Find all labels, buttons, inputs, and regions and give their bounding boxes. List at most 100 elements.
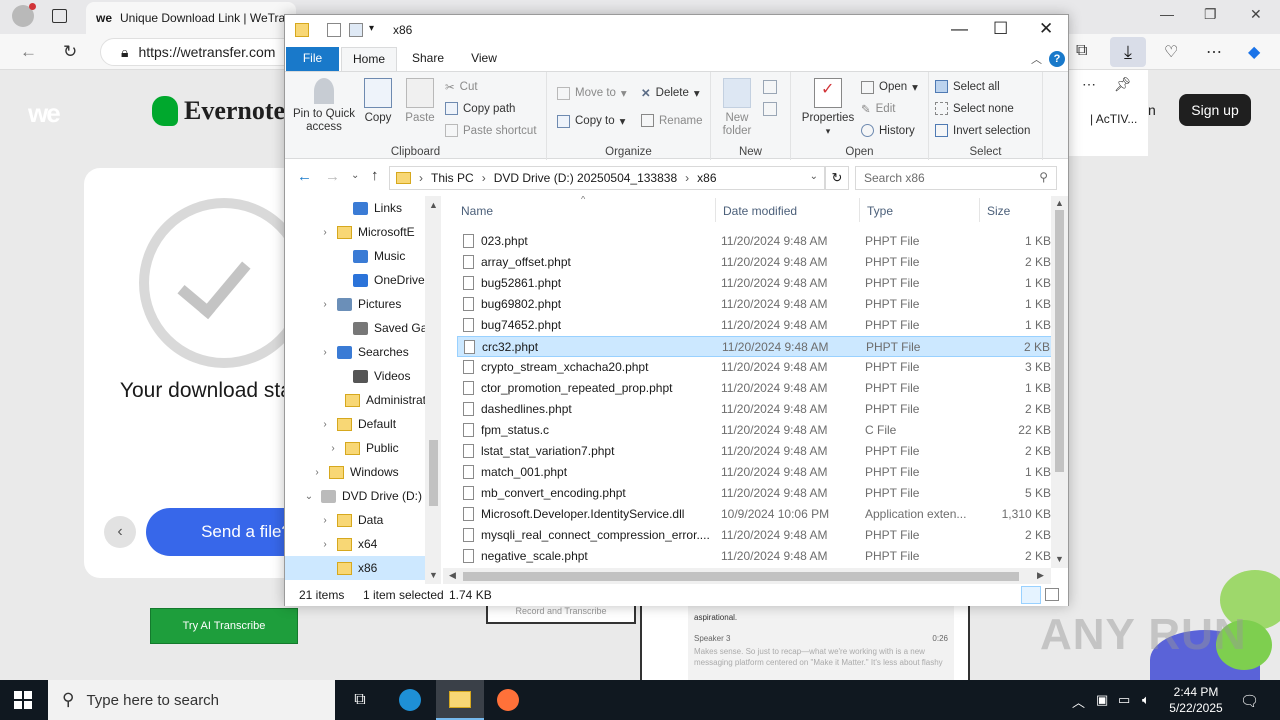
show-hidden-icons-icon[interactable]: ︿ — [1072, 692, 1085, 711]
file-explorer-icon[interactable] — [436, 680, 484, 720]
scroll-down-icon[interactable]: ▼ — [1055, 554, 1064, 564]
browser-tab[interactable]: we Unique Download Link | WeTra — [86, 2, 296, 34]
paste-button[interactable]: Paste — [403, 78, 437, 125]
expand-chevron-icon[interactable]: › — [319, 347, 331, 358]
tab-share[interactable]: Share — [403, 47, 453, 71]
file-row[interactable]: crypto_stream_xchacha20.phpt 11/20/2024 9… — [457, 357, 1053, 378]
file-row[interactable]: bug69802.phpt 11/20/2024 9:48 AM PHPT File… — [457, 294, 1053, 315]
file-row[interactable]: fpm_status.c 11/20/2024 9:48 AM C File 22 K… — [457, 420, 1053, 441]
file-row[interactable]: match_001.phpt 11/20/2024 9:48 AM PHPT Fil… — [457, 462, 1053, 483]
nav-item[interactable]: › x64 — [319, 532, 377, 556]
edit-button[interactable]: ✎ Edit — [861, 102, 895, 116]
notifications-icon[interactable]: 🗨︎ — [1240, 692, 1259, 710]
file-row[interactable]: bug52861.phpt 11/20/2024 9:48 AM PHPT File… — [457, 273, 1053, 294]
nav-item[interactable]: › Public — [327, 436, 398, 460]
scroll-left-icon[interactable]: ◀ — [449, 570, 456, 581]
forward-arrow-icon[interactable]: → — [325, 168, 340, 185]
expand-chevron-icon[interactable]: › — [311, 467, 323, 478]
move-to-button[interactable]: Move to ▾ — [557, 86, 627, 100]
cut-button[interactable]: ✂︎ Cut — [445, 80, 478, 94]
system-clock[interactable]: 2:44 PM 5/22/2025 — [1164, 684, 1228, 716]
performance-icon[interactable]: ♡ — [1164, 42, 1178, 62]
minimize-icon[interactable]: — — [1160, 6, 1174, 22]
nav-item[interactable]: Links — [335, 196, 402, 220]
tab-file[interactable]: File — [286, 47, 339, 71]
tab-home[interactable]: Home — [341, 47, 397, 71]
delete-button[interactable]: ✕ Delete ▾ — [641, 86, 700, 100]
file-row[interactable]: lstat_stat_variation7.phpt 11/20/2024 9:4… — [457, 441, 1053, 462]
file-row[interactable]: Microsoft.Developer.IdentityService.dll 1… — [457, 504, 1053, 525]
expand-chevron-icon[interactable]: › — [319, 227, 331, 238]
nav-item[interactable]: Saved Gan — [335, 316, 434, 340]
volume-icon[interactable]: 🔈︎ — [1142, 692, 1150, 708]
file-row[interactable]: bug74652.phpt 11/20/2024 9:48 AM PHPT File… — [457, 315, 1053, 336]
recent-locations-icon[interactable]: ⌄ — [351, 170, 359, 181]
up-arrow-icon[interactable]: ↑ — [371, 167, 379, 184]
try-ai-transcribe-button[interactable]: Try AI Transcribe — [150, 608, 298, 644]
close-icon[interactable]: ✕ — [1039, 19, 1053, 39]
expand-chevron-icon[interactable]: ⌄ — [303, 491, 315, 502]
file-row[interactable]: mysqli_real_connect_compression_error...… — [457, 525, 1053, 546]
carousel-back-button[interactable]: ‹ — [104, 516, 136, 548]
properties-quick-icon[interactable] — [327, 23, 341, 37]
network-icon[interactable]: ▭ — [1118, 692, 1130, 708]
expand-chevron-icon[interactable]: › — [327, 443, 339, 454]
copy-path-button[interactable]: Copy path — [445, 102, 515, 115]
expand-chevron-icon[interactable]: › — [319, 299, 331, 310]
new-folder-button[interactable]: New folder — [715, 78, 759, 138]
scroll-right-icon[interactable]: ▶ — [1037, 570, 1044, 581]
nav-item[interactable]: › MicrosoftE — [319, 220, 414, 244]
scroll-up-icon[interactable]: ▲ — [1055, 198, 1064, 208]
more-options-icon[interactable]: ⋯ — [1082, 76, 1096, 93]
nav-item[interactable]: x86 — [319, 556, 377, 580]
customize-quick-access-icon[interactable]: ▾ — [369, 23, 374, 37]
select-none-button[interactable]: Select none — [935, 102, 1014, 115]
paste-shortcut-button[interactable]: Paste shortcut — [445, 124, 537, 137]
address-dropdown-icon[interactable]: ⌄ — [810, 171, 818, 182]
copilot-icon[interactable]: ◆ — [1248, 42, 1260, 62]
search-box[interactable]: Search x86 ⚲ — [855, 166, 1057, 190]
device-icon[interactable]: ▣ — [1096, 692, 1108, 708]
nav-item[interactable]: Administrat — [327, 388, 426, 412]
nav-item[interactable]: Music — [335, 244, 405, 268]
column-size[interactable]: Size — [987, 204, 1010, 218]
tab-view[interactable]: View — [459, 47, 509, 71]
more-menu-icon[interactable]: ⋯ — [1206, 42, 1222, 62]
select-all-button[interactable]: Select all — [935, 80, 1000, 93]
nav-item[interactable]: › Windows — [311, 460, 398, 484]
refresh-icon[interactable]: ↻ — [63, 42, 77, 62]
nav-item[interactable]: ⌄ DVD Drive (D:) — [303, 484, 422, 508]
breadcrumb-x86[interactable]: x86 — [697, 171, 716, 185]
task-view-icon[interactable]: ⧉ — [336, 680, 384, 720]
minimize-icon[interactable]: — — [951, 19, 968, 39]
new-item-icon[interactable] — [763, 80, 777, 94]
large-icons-view-icon[interactable] — [1045, 588, 1059, 601]
file-list-hscrollbar[interactable]: ◀ ▶ — [443, 568, 1051, 584]
address-bar[interactable]: › This PC › DVD Drive (D:) 20250504_1338… — [389, 166, 825, 190]
nav-item[interactable]: › Pictures — [319, 292, 401, 316]
nav-item[interactable]: OneDrive — [335, 268, 425, 292]
nav-item[interactable]: › Default — [319, 412, 396, 436]
firefox-icon[interactable] — [484, 680, 532, 720]
refresh-icon[interactable]: ↻ — [825, 166, 849, 190]
file-list-vscrollbar[interactable]: ▲ ▼ — [1051, 196, 1068, 568]
easy-access-icon[interactable] — [763, 102, 777, 116]
wetransfer-logo[interactable]: we — [28, 98, 61, 129]
column-name[interactable]: Name — [461, 204, 493, 218]
collapse-ribbon-icon[interactable]: ︿ — [1031, 51, 1042, 67]
properties-button[interactable]: ✓ Properties ▾ — [799, 78, 857, 138]
hscroll-thumb[interactable] — [463, 572, 1019, 581]
downloads-icon[interactable]: ⤓ — [1110, 37, 1146, 67]
file-row[interactable]: mb_convert_encoding.phpt 11/20/2024 9:48 … — [457, 483, 1053, 504]
nav-scrollbar[interactable]: ▲ ▼ — [425, 196, 441, 584]
back-icon[interactable]: ← — [20, 42, 37, 62]
scroll-down-icon[interactable]: ▼ — [429, 570, 438, 580]
details-view-icon[interactable] — [1021, 586, 1041, 604]
nav-item[interactable]: › Searches — [319, 340, 408, 364]
copy-button[interactable]: Copy — [361, 78, 395, 125]
help-icon[interactable]: ? — [1049, 51, 1065, 67]
file-row[interactable]: 023.phpt 11/20/2024 9:48 AM PHPT File 1 KB — [457, 231, 1053, 252]
history-button[interactable]: History — [861, 124, 915, 137]
windows-start-icon[interactable] — [14, 691, 32, 709]
pin-quick-access-button[interactable]: Pin to Quick access — [289, 78, 359, 134]
